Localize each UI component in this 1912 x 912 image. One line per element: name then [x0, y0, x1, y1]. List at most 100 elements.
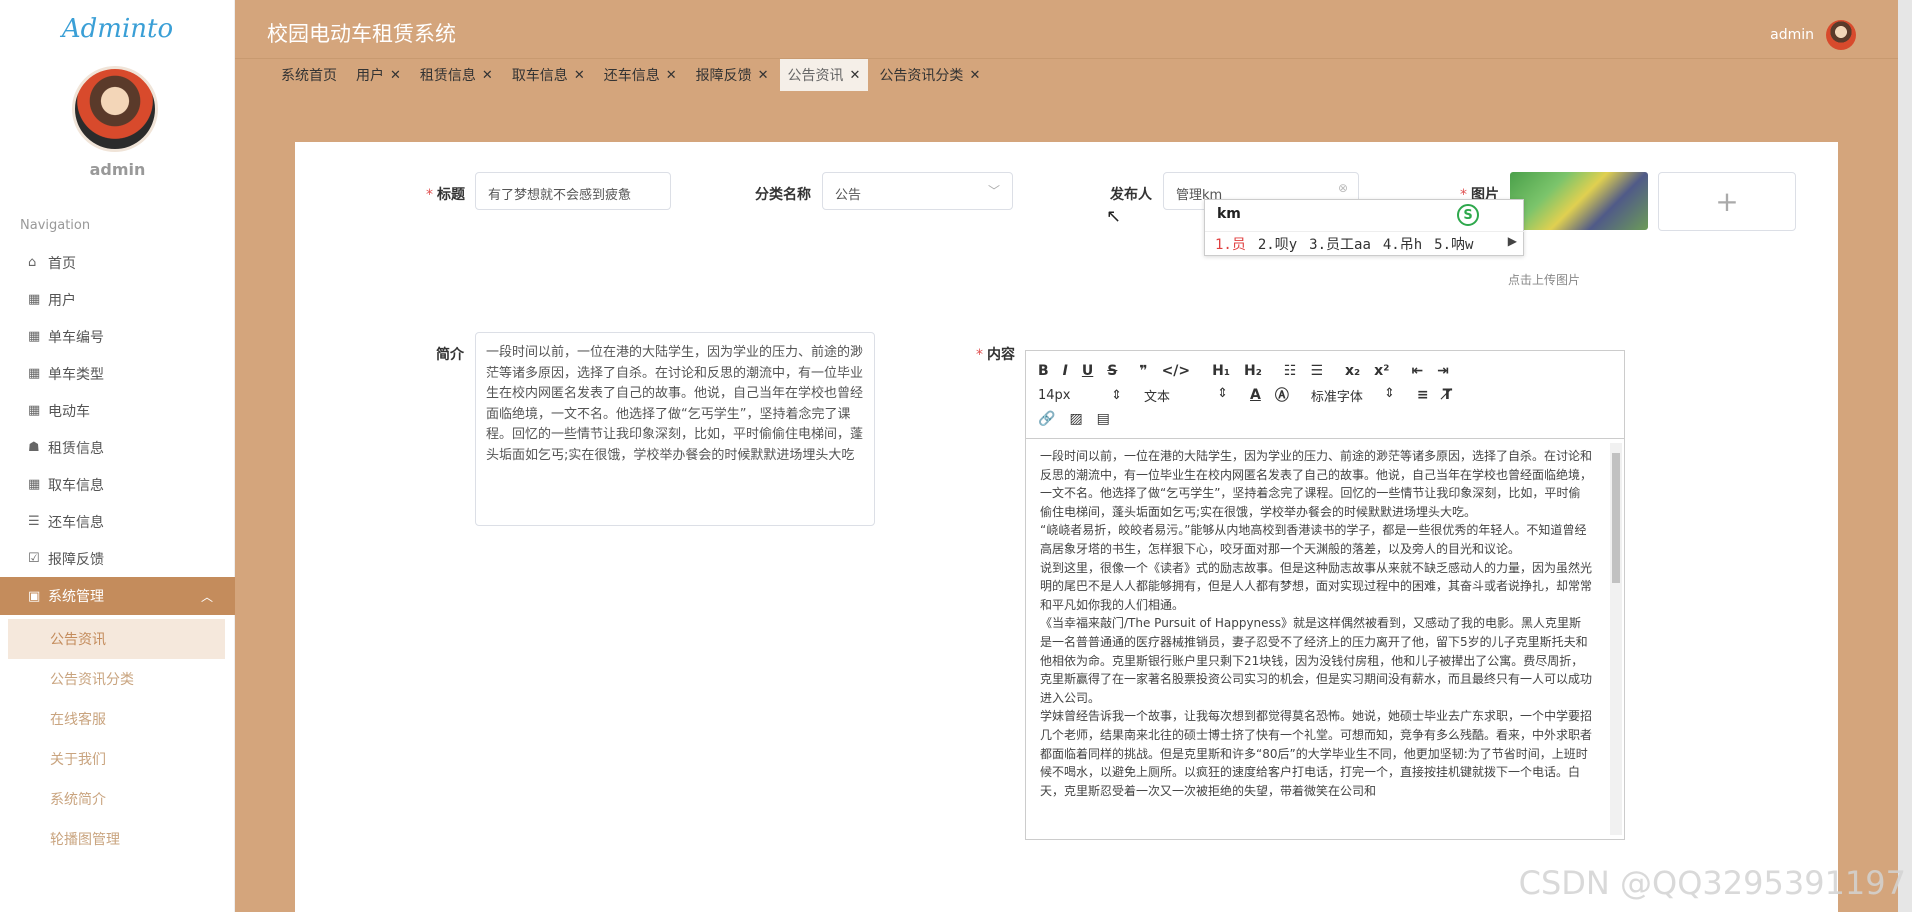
sidebar-subitem-online-service[interactable]: 在线客服 [0, 699, 235, 739]
heading1-icon[interactable]: H₁ [1212, 363, 1230, 379]
sidebar-subitem-notice[interactable]: 公告资讯 [8, 619, 225, 659]
tab-pickup[interactable]: 取车信息 ✕ [504, 59, 593, 91]
indent-icon[interactable]: ⇥ [1437, 363, 1449, 379]
category-select[interactable]: 公告 ﹀ [822, 172, 1013, 210]
scrollbar-thumb[interactable] [1612, 453, 1620, 583]
publisher-label: 发布人 [1110, 187, 1152, 203]
close-icon[interactable]: ✕ [390, 68, 401, 83]
editor-content[interactable]: 一段时间以前，一位在港的大陆学生，因为学业的压力、前途的渺茫等诸多原因，选择了自… [1026, 439, 1606, 839]
category-label: 分类名称 [755, 187, 811, 203]
list-icon: ☰ [28, 514, 40, 529]
link-icon[interactable]: 🔗 [1038, 411, 1055, 427]
home-icon: ⌂ [28, 255, 37, 270]
sidebar-item-bike-number[interactable]: ▦ 单车编号 [0, 318, 235, 355]
system-title: 校园电动车租赁系统 [267, 22, 456, 46]
content-label-text: 内容 [987, 347, 1015, 363]
clipboard-icon: ▣ [28, 588, 41, 604]
header-user-menu[interactable]: admin [1770, 20, 1856, 50]
sidebar-item-rental[interactable]: ☗ 租赁信息 [0, 429, 235, 466]
tab-notice-category[interactable]: 公告资讯分类 ✕ [871, 59, 988, 91]
sidebar: Adminto admin Navigation ⌂ 首页 ▦ 用户 ▦ 单车编号 ▦… [0, 0, 235, 912]
ime-candidate[interactable]: 3.员工aa [1309, 234, 1371, 254]
ordered-list-icon[interactable]: ☷ [1284, 363, 1297, 379]
tab-label: 公告资讯分类 [879, 68, 964, 84]
superscript-icon[interactable]: x² [1374, 363, 1389, 379]
rich-text-editor: B I U S ❞ </> H₁ H₂ ☷ ☰ x₂ x² ⇤ ⇥ 14px ⇕ … [1025, 350, 1625, 840]
text-type-value: 文本 [1144, 389, 1171, 405]
sidebar-item-return[interactable]: ☰ 还车信息 [0, 503, 235, 540]
font-color-icon[interactable]: A [1250, 387, 1261, 403]
grid-icon: ▦ [28, 366, 41, 381]
ime-candidate-popup: km S 1.员 2.呗y 3.员工aa 4.吊h 5.呐w ▶ [1204, 199, 1524, 256]
ime-candidate[interactable]: 5.呐w [1434, 234, 1473, 254]
text-type-select[interactable]: 文本 ⇕ [1144, 386, 1228, 405]
bold-icon[interactable]: B [1038, 363, 1049, 379]
tab-label: 公告资讯 [787, 68, 844, 84]
tab-label: 报障反馈 [695, 68, 752, 84]
clear-icon[interactable]: ⊗ [1338, 181, 1348, 195]
ime-candidates: 1.员 2.呗y 3.员工aa 4.吊h 5.呐w [1205, 231, 1524, 256]
code-icon[interactable]: </> [1162, 363, 1191, 379]
font-size-select[interactable]: 14px ⇕ [1038, 388, 1122, 403]
background-color-icon[interactable]: Ⓐ [1275, 385, 1289, 405]
sidebar-item-ebike[interactable]: ▦ 电动车 [0, 392, 235, 429]
required-mark: * [976, 347, 983, 363]
sidebar-subitem-carousel[interactable]: 轮播图管理 [0, 819, 235, 859]
title-input[interactable]: 有了梦想就不会感到疲惫 [475, 172, 671, 210]
sidebar-item-label: 还车信息 [48, 514, 104, 531]
tab-home[interactable]: 系统首页 [273, 59, 345, 91]
close-icon[interactable]: ✕ [758, 68, 769, 83]
sidebar-item-users[interactable]: ▦ 用户 [0, 281, 235, 318]
editor-toolbar: B I U S ❞ </> H₁ H₂ ☷ ☰ x₂ x² ⇤ ⇥ 14px ⇕ … [1026, 351, 1624, 439]
image-icon[interactable]: ▨ [1069, 411, 1082, 427]
updown-icon: ⇕ [1383, 385, 1395, 401]
sidebar-subitem-notice-category[interactable]: 公告资讯分类 [0, 659, 235, 699]
sidebar-item-home[interactable]: ⌂ 首页 [0, 244, 235, 281]
underline-icon[interactable]: U [1082, 363, 1093, 379]
tab-notice[interactable]: 公告资讯 ✕ [779, 59, 869, 91]
close-icon[interactable]: ✕ [482, 68, 493, 83]
close-icon[interactable]: ✕ [850, 68, 861, 83]
tab-rental[interactable]: 租赁信息 ✕ [412, 59, 501, 91]
bullet-list-icon[interactable]: ☰ [1310, 363, 1323, 379]
sidebar-username: admin [89, 160, 146, 179]
video-icon[interactable]: ▤ [1097, 411, 1110, 427]
sidebar-item-label: 电动车 [48, 403, 90, 420]
clear-format-icon[interactable]: T̸ [1443, 387, 1453, 403]
ime-next-page-icon[interactable]: ▶ [1508, 234, 1517, 248]
font-family-select[interactable]: 标准字体 ⇕ [1311, 386, 1395, 405]
sidebar-item-system[interactable]: ▣ 系统管理 ︿ [0, 577, 235, 615]
sogou-ime-icon: S [1457, 204, 1479, 226]
ime-candidate[interactable]: 1.员 [1215, 234, 1246, 254]
close-icon[interactable]: ✕ [574, 68, 585, 83]
sidebar-item-pickup[interactable]: ▦ 取车信息 [0, 466, 235, 503]
tab-label: 取车信息 [511, 68, 568, 84]
header-avatar[interactable] [1826, 20, 1856, 50]
sidebar-item-fault-report[interactable]: ☑ 报障反馈 [0, 540, 235, 577]
editor-scrollbar[interactable] [1610, 443, 1622, 835]
close-icon[interactable]: ✕ [969, 68, 980, 83]
sidebar-subitem-intro[interactable]: 系统简介 [0, 779, 235, 819]
outdent-icon[interactable]: ⇤ [1411, 363, 1423, 379]
strikethrough-icon[interactable]: S [1107, 363, 1117, 379]
subscript-icon[interactable]: x₂ [1345, 363, 1360, 379]
sidebar-item-bike-type[interactable]: ▦ 单车类型 [0, 355, 235, 392]
tab-return[interactable]: 还车信息 ✕ [596, 59, 685, 91]
grid-icon: ▦ [28, 329, 41, 344]
uploaded-image-thumbnail[interactable] [1510, 172, 1648, 230]
summary-textarea[interactable]: 一段时间以前，一位在港的大陆学生，因为学业的压力、前途的渺茫等诸多原因，选择了自… [475, 332, 875, 526]
upload-image-button[interactable]: + [1658, 172, 1796, 231]
align-icon[interactable]: ≡ [1417, 387, 1429, 403]
page-scrollbar[interactable] [1898, 0, 1912, 912]
ime-candidate[interactable]: 4.吊h [1383, 234, 1422, 254]
app-logo[interactable]: Adminto [0, 14, 235, 44]
blockquote-icon[interactable]: ❞ [1139, 363, 1147, 379]
heading2-icon[interactable]: H₂ [1244, 363, 1262, 379]
tab-users[interactable]: 用户 ✕ [348, 59, 409, 91]
close-icon[interactable]: ✕ [666, 68, 677, 83]
mouse-cursor-icon: ↖ [1106, 206, 1122, 227]
ime-candidate[interactable]: 2.呗y [1258, 234, 1297, 254]
sidebar-subitem-about[interactable]: 关于我们 [0, 739, 235, 779]
italic-icon[interactable]: I [1063, 363, 1068, 379]
tab-fault-report[interactable]: 报障反馈 ✕ [688, 59, 777, 91]
